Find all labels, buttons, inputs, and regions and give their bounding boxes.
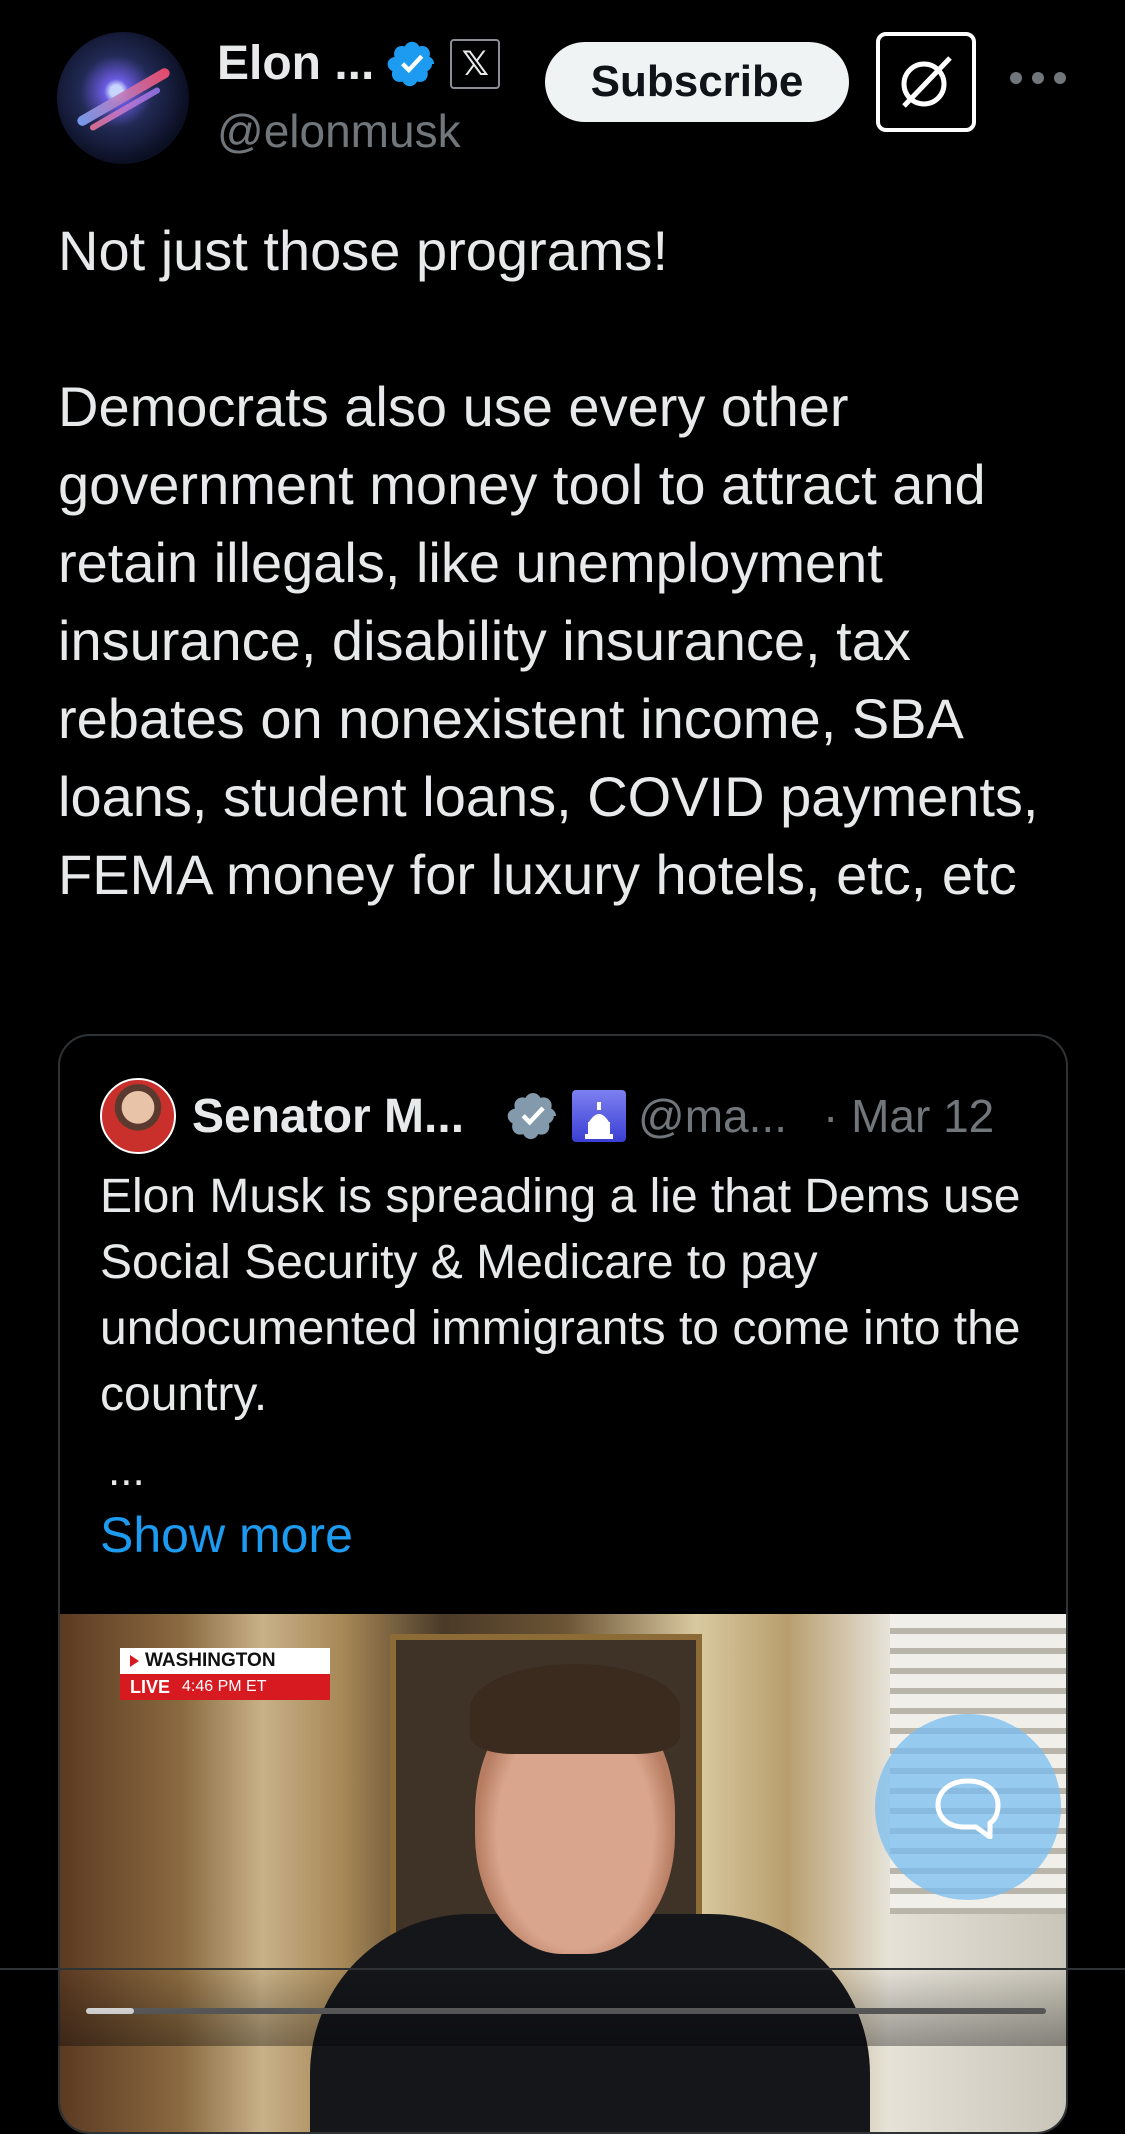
quoted-post-text: Elon Musk is spreading a lie that Dems u… — [100, 1170, 1021, 1421]
capitol-badge-icon — [572, 1090, 627, 1142]
post-text: Not just those programs! Democrats also … — [58, 219, 1039, 906]
speaker-hair — [470, 1664, 680, 1754]
bottom-nav-fade — [0, 1968, 1125, 2046]
grok-icon[interactable] — [876, 32, 976, 132]
quoted-post-ellipsis: ... — [108, 1446, 145, 1495]
quoted-post-date: · Mar 12 — [823, 1090, 995, 1142]
author-name[interactable]: Elon ... — [217, 36, 374, 91]
show-more-link[interactable]: Show more — [100, 1506, 353, 1564]
author-name-row: Elon ... 𝕏 — [217, 36, 501, 91]
reply-icon — [935, 1778, 1001, 1839]
news-live-tag: WASHINGTON LIVE 4:46 PM ET — [120, 1648, 330, 1700]
quoted-post-header: Senator M... @ma... · Mar 12 — [100, 1078, 994, 1154]
quoted-author-avatar[interactable] — [100, 1078, 176, 1154]
reply-button[interactable] — [875, 1714, 1061, 1900]
government-verified-badge-icon — [507, 1092, 557, 1140]
more-options-icon[interactable] — [1010, 58, 1066, 98]
verified-badge-icon — [387, 41, 435, 86]
live-label: LIVE — [130, 1676, 171, 1697]
x-logo-icon: 𝕏 — [450, 38, 501, 89]
author-handle[interactable]: @elonmusk — [217, 104, 461, 158]
grok-glyph-icon — [901, 56, 952, 108]
author-avatar[interactable] — [57, 32, 189, 164]
quoted-author-handle[interactable]: @ma... — [638, 1089, 787, 1143]
video-player[interactable]: WASHINGTON LIVE 4:46 PM ET — [60, 1614, 1066, 2132]
broadcast-time: 4:46 PM ET — [182, 1678, 267, 1695]
quoted-author-name[interactable]: Senator M... — [192, 1089, 464, 1144]
news-location: WASHINGTON — [145, 1650, 276, 1671]
subscribe-button[interactable]: Subscribe — [545, 42, 849, 122]
post-header: Elon ... 𝕏 @elonmusk Subscribe — [0, 0, 1125, 200]
